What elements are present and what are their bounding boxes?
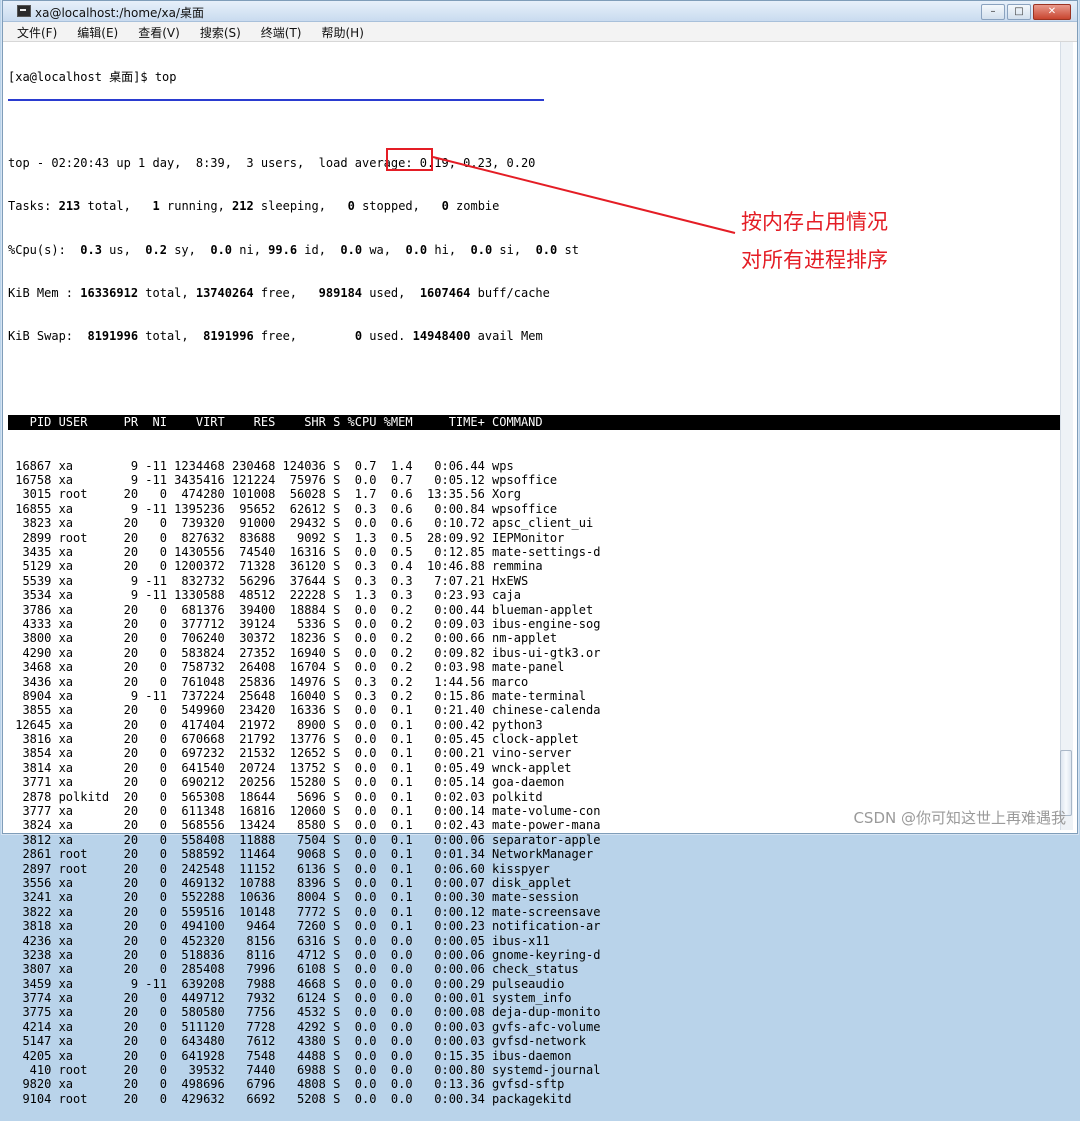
tasks-line: Tasks: 213 total, 1 running, 212 sleepin… — [8, 199, 500, 214]
menu-file[interactable]: 文件(F) — [3, 22, 63, 41]
process-row: 3818 xa 20 0 494100 9464 7260 S 0.0 0.1 … — [8, 919, 601, 934]
menu-bar: 文件(F) 编辑(E) 查看(V) 搜索(S) 终端(T) 帮助(H) — [3, 22, 1077, 42]
process-row: 3786 xa 20 0 681376 39400 18884 S 0.0 0.… — [8, 602, 594, 617]
mem-buff-cache: 1607464 — [419, 285, 471, 300]
process-table: 16867 xa 9 -11 1234468 230468 124036 S 0… — [8, 459, 1048, 1107]
process-row: 3775 xa 20 0 580580 7756 4532 S 0.0 0.0 … — [8, 1005, 601, 1020]
process-row: 3800 xa 20 0 706240 30372 18236 S 0.0 0.… — [8, 631, 558, 646]
tasks-running: 1 — [152, 199, 160, 214]
title-bar[interactable]: xa@localhost:/home/xa/桌面 – □ ✕ — [3, 1, 1077, 22]
process-row: 3436 xa 20 0 761048 25836 14976 S 0.3 0.… — [8, 674, 529, 689]
process-row: 3823 xa 20 0 739320 91000 29432 S 0.0 0.… — [8, 516, 594, 531]
process-row: 410 root 20 0 39532 7440 6988 S 0.0 0.0 … — [8, 1063, 601, 1078]
tasks-stopped: 0 — [347, 199, 355, 214]
process-row: 4214 xa 20 0 511120 7728 4292 S 0.0 0.0 … — [8, 1019, 601, 1034]
top-uptime-line: top - 02:20:43 up 1 day, 8:39, 3 users, … — [8, 156, 536, 171]
process-row: 3854 xa 20 0 697232 21532 12652 S 0.0 0.… — [8, 746, 572, 761]
terminal-output[interactable]: [xa@localhost 桌面]$ top top - 02:20:43 up… — [8, 41, 1060, 1106]
swap-total: 8191996 — [87, 329, 139, 344]
mem-column-highlight — [386, 148, 433, 171]
swap-used: 0 — [354, 329, 363, 344]
process-row: 12645 xa 20 0 417404 21972 8900 S 0.0 0.… — [8, 717, 543, 732]
cpu-st: 0.0 — [535, 242, 558, 257]
process-row: 5539 xa 9 -11 832732 56296 37644 S 0.3 0… — [8, 573, 529, 588]
process-row: 5129 xa 20 0 1200372 71328 36120 S 0.3 0… — [8, 559, 543, 574]
process-row: 4236 xa 20 0 452320 8156 6316 S 0.0 0.0 … — [8, 933, 550, 948]
swap-line: KiB Swap: 8191996 total, 8191996 free, 0… — [8, 329, 543, 344]
tasks-total: 213 — [58, 199, 81, 214]
process-row: 4205 xa 20 0 641928 7548 4488 S 0.0 0.0 … — [8, 1048, 572, 1063]
tasks-underline — [8, 99, 544, 101]
process-row: 16758 xa 9 -11 3435416 121224 75976 S 0.… — [8, 473, 558, 488]
process-row: 5147 xa 20 0 643480 7612 4380 S 0.0 0.0 … — [8, 1034, 586, 1049]
cpu-sy: 0.2 — [145, 242, 167, 257]
window-controls: – □ ✕ — [981, 4, 1071, 20]
cpu-ni: 0.0 — [210, 242, 233, 257]
mem-total: 16336912 — [80, 285, 139, 300]
cpu-si: 0.0 — [470, 242, 493, 257]
process-row: 2897 root 20 0 242548 11152 6136 S 0.0 0… — [8, 861, 550, 876]
menu-terminal[interactable]: 终端(T) — [247, 22, 308, 41]
process-row: 8904 xa 9 -11 737224 25648 16040 S 0.3 0… — [8, 688, 586, 703]
process-row: 16867 xa 9 -11 1234468 230468 124036 S 0… — [8, 458, 514, 473]
process-row: 3807 xa 20 0 285408 7996 6108 S 0.0 0.0 … — [8, 962, 579, 977]
process-row: 3814 xa 20 0 641540 20724 13752 S 0.0 0.… — [8, 760, 572, 775]
menu-view[interactable]: 查看(V) — [124, 22, 186, 41]
annotation-line-2: 对所有进程排序 — [741, 248, 888, 272]
process-row: 9104 root 20 0 429632 6692 5208 S 0.0 0.… — [8, 1091, 572, 1106]
maximize-button[interactable]: □ — [1007, 4, 1031, 20]
process-row: 3015 root 20 0 474280 101008 56028 S 1.7… — [8, 487, 521, 502]
tasks-sleeping: 212 — [232, 199, 254, 214]
process-row: 3435 xa 20 0 1430556 74540 16316 S 0.0 0… — [8, 544, 601, 559]
tasks-zombie: 0 — [441, 199, 449, 214]
process-row: 3241 xa 20 0 552288 10636 8004 S 0.0 0.1… — [8, 890, 579, 905]
process-row: 2899 root 20 0 827632 83688 9092 S 1.3 0… — [8, 530, 565, 545]
swap-free: 8191996 — [203, 329, 254, 344]
process-row: 3556 xa 20 0 469132 10788 8396 S 0.0 0.1… — [8, 875, 572, 890]
process-table-header[interactable]: PID USER PR NI VIRT RES SHR S %CPU %MEM … — [8, 415, 1060, 430]
cpu-id: 99.6 — [268, 242, 298, 257]
process-row: 3774 xa 20 0 449712 7932 6124 S 0.0 0.0 … — [8, 991, 572, 1006]
watermark: CSDN @你可知这世上再难遇我 — [853, 809, 1066, 827]
process-row: 3459 xa 9 -11 639208 7988 4668 S 0.0 0.0… — [8, 976, 565, 991]
menu-help[interactable]: 帮助(H) — [308, 22, 370, 41]
cpu-hi: 0.0 — [405, 242, 428, 257]
swap-avail: 14948400 — [412, 329, 471, 344]
cpu-wa: 0.0 — [340, 242, 363, 257]
process-row: 3468 xa 20 0 758732 26408 16704 S 0.0 0.… — [8, 660, 565, 675]
process-row: 3816 xa 20 0 670668 21792 13776 S 0.0 0.… — [8, 732, 579, 747]
menu-search[interactable]: 搜索(S) — [186, 22, 247, 41]
process-row: 4333 xa 20 0 377712 39124 5336 S 0.0 0.2… — [8, 616, 601, 631]
shell-prompt: [xa@localhost 桌面]$ top — [8, 69, 177, 84]
cpu-line: %Cpu(s): 0.3 us, 0.2 sy, 0.0 ni, 99.6 id… — [8, 242, 579, 257]
process-row: 3771 xa 20 0 690212 20256 15280 S 0.0 0.… — [8, 775, 565, 790]
process-row: 9820 xa 20 0 498696 6796 4808 S 0.0 0.0 … — [8, 1077, 565, 1092]
terminal-icon — [17, 5, 31, 17]
annotation-line-1: 按内存占用情况 — [741, 210, 888, 234]
window-title: xa@localhost:/home/xa/桌面 — [35, 6, 204, 20]
process-row: 2861 root 20 0 588592 11464 9068 S 0.0 0… — [8, 847, 594, 862]
process-row: 3812 xa 20 0 558408 11888 7504 S 0.0 0.1… — [8, 832, 601, 847]
process-row: 3238 xa 20 0 518836 8116 4712 S 0.0 0.0 … — [8, 947, 601, 962]
process-row: 3855 xa 20 0 549960 23420 16336 S 0.0 0.… — [8, 703, 601, 718]
process-row: 3822 xa 20 0 559516 10148 7772 S 0.0 0.1… — [8, 904, 601, 919]
process-row: 4290 xa 20 0 583824 27352 16940 S 0.0 0.… — [8, 645, 601, 660]
process-row: 2878 polkitd 20 0 565308 18644 5696 S 0.… — [8, 789, 543, 804]
cpu-us: 0.3 — [80, 242, 102, 257]
close-button[interactable]: ✕ — [1033, 4, 1071, 20]
menu-edit[interactable]: 编辑(E) — [63, 22, 124, 41]
process-row: 16855 xa 9 -11 1395236 95652 62612 S 0.3… — [8, 501, 558, 516]
tasks-label: Tasks: — [8, 199, 52, 214]
scrollbar[interactable] — [1060, 42, 1073, 830]
mem-used: 989184 — [318, 285, 363, 300]
minimize-button[interactable]: – — [981, 4, 1005, 20]
process-row: 3534 xa 9 -11 1330588 48512 22228 S 1.3 … — [8, 588, 521, 603]
mem-free: 13740264 — [195, 285, 254, 300]
mem-line: KiB Mem : 16336912 total, 13740264 free,… — [8, 285, 550, 300]
